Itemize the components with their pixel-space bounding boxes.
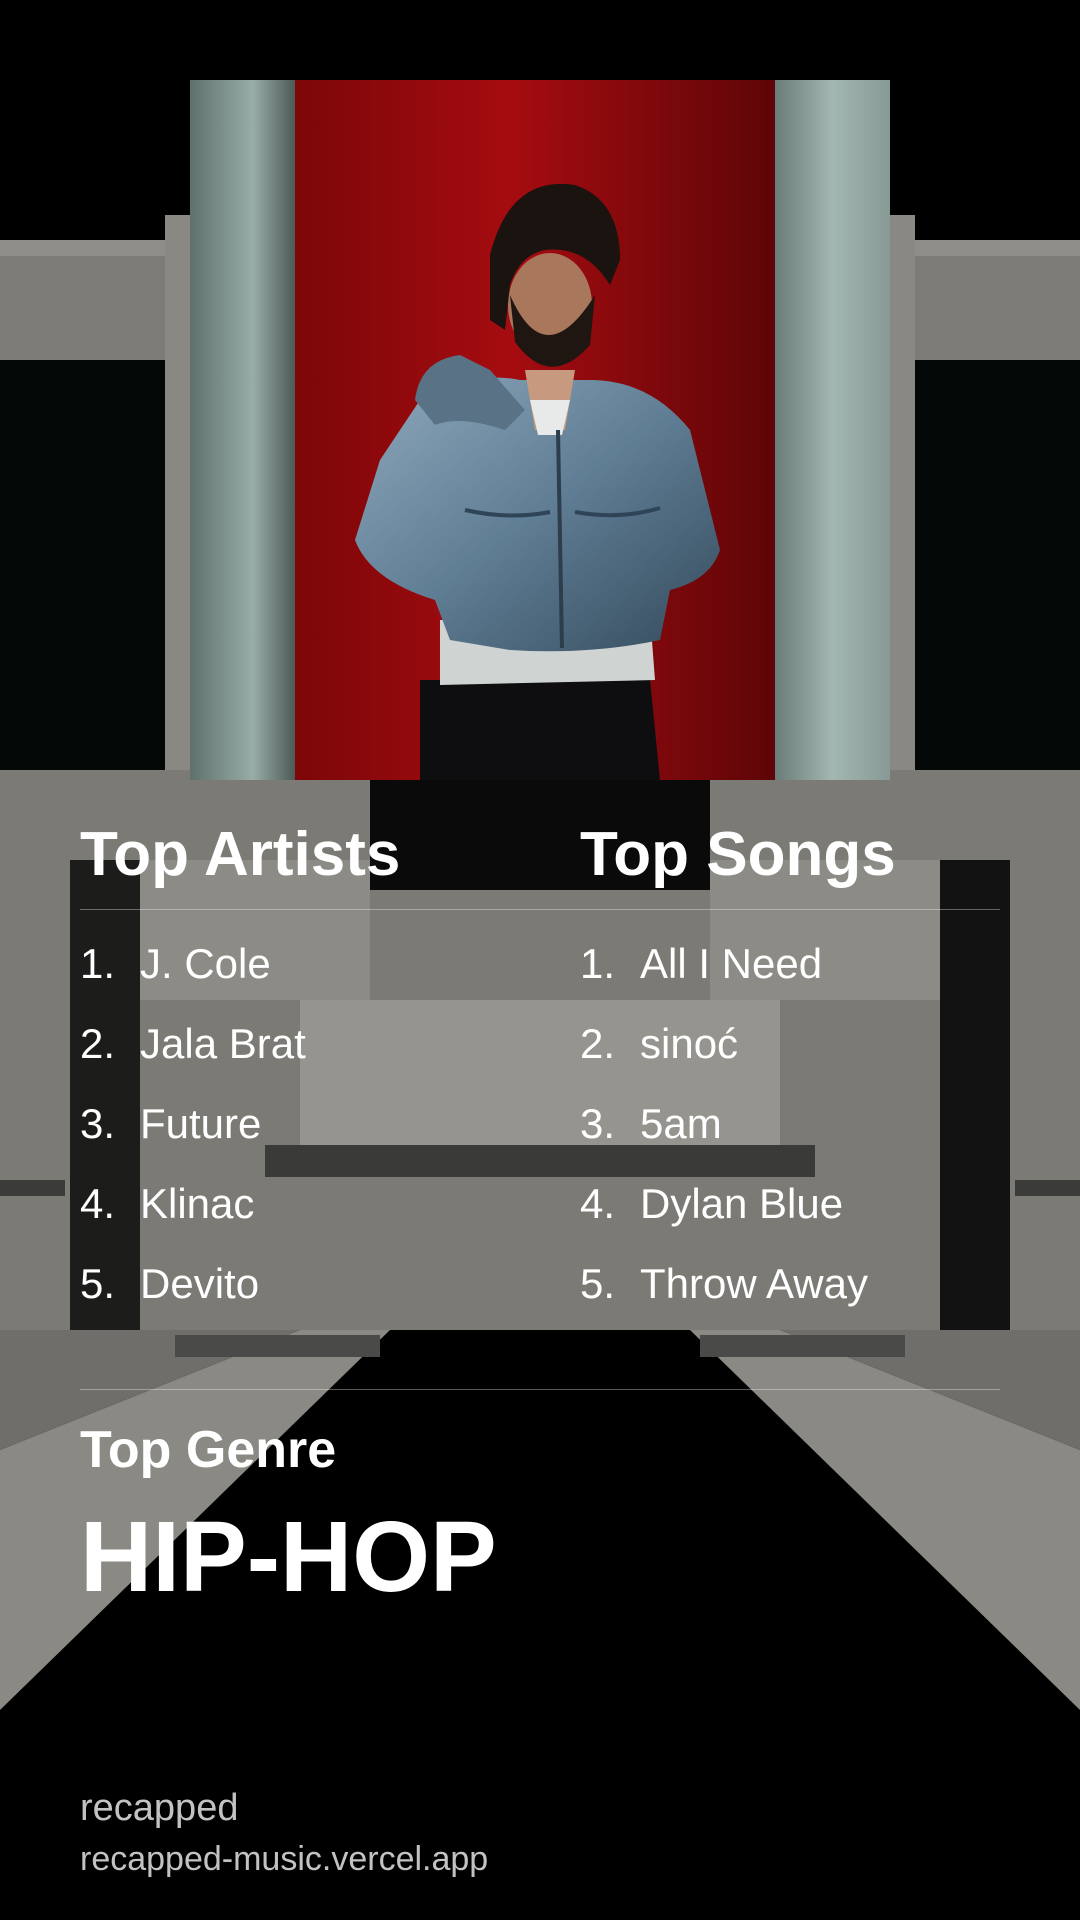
- divider: [80, 909, 1000, 910]
- artist-name: Jala Brat: [140, 1020, 306, 1067]
- artist-name: Devito: [140, 1260, 260, 1307]
- list-item: 4. Klinac: [80, 1176, 306, 1256]
- rank-number: 4.: [80, 1180, 116, 1227]
- song-name: Dylan Blue: [640, 1180, 844, 1227]
- artist-name: Klinac: [140, 1180, 255, 1227]
- song-name: sinoć: [640, 1020, 739, 1067]
- list-item: 3. Future: [80, 1096, 306, 1176]
- list-item: 1. J. Cole: [80, 936, 306, 1016]
- rank-number: 3.: [580, 1100, 616, 1147]
- top-songs-list: 1. All I Need 2. sinoć 3. 5am 4. Dylan Blue …: [580, 936, 868, 1336]
- album-cover-image: [190, 80, 890, 780]
- rank-number: 2.: [80, 1020, 116, 1067]
- artist-name: J. Cole: [140, 940, 271, 987]
- list-item: 3. 5am: [580, 1096, 868, 1176]
- list-item: 2. Jala Brat: [80, 1016, 306, 1096]
- song-name: Throw Away: [640, 1260, 868, 1307]
- divider: [80, 1389, 1000, 1390]
- top-artists-list: 1. J. Cole 2. Jala Brat 3. Future 4. Klinac …: [80, 936, 306, 1336]
- rank-number: 3.: [80, 1100, 116, 1147]
- top-songs-title: Top Songs: [580, 820, 896, 889]
- list-item: 5. Devito: [80, 1256, 306, 1336]
- rank-number: 4.: [580, 1180, 616, 1227]
- list-item: 1. All I Need: [580, 936, 868, 1016]
- list-item: 2. sinoć: [580, 1016, 868, 1096]
- album-cover: [190, 80, 890, 780]
- list-item: 5. Throw Away: [580, 1256, 868, 1336]
- song-name: All I Need: [640, 940, 823, 987]
- top-genre-label: Top Genre: [80, 1421, 337, 1479]
- song-name: 5am: [640, 1100, 722, 1147]
- top-artists-title: Top Artists: [80, 820, 401, 889]
- rank-number: 5.: [580, 1260, 616, 1307]
- footer-url: recapped-music.vercel.app: [80, 1840, 489, 1878]
- list-item: 4. Dylan Blue: [580, 1176, 868, 1256]
- footer-brand: recapped: [80, 1787, 239, 1829]
- rank-number: 2.: [580, 1020, 616, 1067]
- artist-name: Future: [140, 1100, 262, 1147]
- rank-number: 1.: [580, 940, 616, 987]
- rank-number: 1.: [80, 940, 116, 987]
- top-genre-value: HIP-HOP: [80, 1501, 497, 1613]
- rank-number: 5.: [80, 1260, 116, 1307]
